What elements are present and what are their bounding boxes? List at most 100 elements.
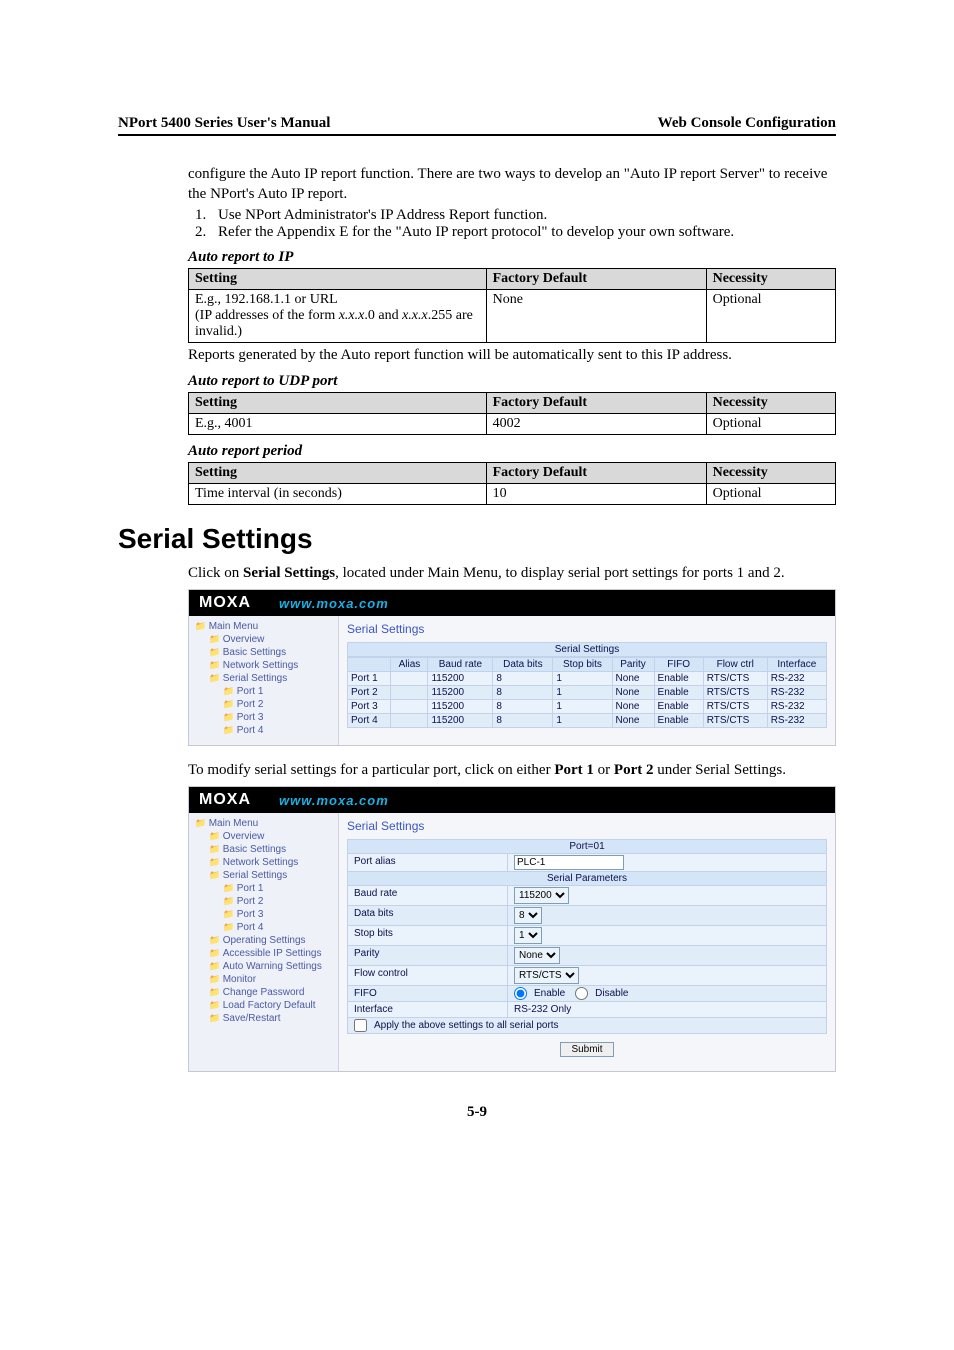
label-stopbits: Stop bits (348, 926, 508, 945)
submit-button[interactable]: Submit (560, 1042, 613, 1057)
table-row[interactable]: Port 211520081NoneEnableRTS/CTSRS-232 (348, 686, 827, 700)
sidebar-item-network[interactable]: Network Settings (195, 659, 332, 672)
sub2-title: Auto report to UDP port (188, 373, 836, 390)
td-necessity: Optional (706, 289, 835, 342)
sidebar-item-autowarn[interactable]: Auto Warning Settings (195, 960, 332, 973)
td-default: 4002 (486, 413, 706, 434)
td-necessity: Optional (706, 413, 835, 434)
th-default: Factory Default (486, 268, 706, 289)
select-parity[interactable]: None (514, 947, 560, 964)
sub1-title: Auto report to IP (188, 249, 836, 266)
sidebar-item-port1[interactable]: Port 1 (195, 685, 332, 698)
th-necessity: Necessity (706, 462, 835, 483)
moxa-url: www.moxa.com (279, 793, 389, 808)
sub1-table: Setting Factory Default Necessity E.g., … (188, 268, 836, 343)
label-databits: Data bits (348, 906, 508, 925)
port-header: Port=01 (347, 839, 827, 854)
sidebar: Main Menu Overview Basic Settings Networ… (189, 616, 339, 745)
table-row[interactable]: Port 111520081NoneEnableRTS/CTSRS-232 (348, 672, 827, 686)
page-number: 5-9 (118, 1104, 836, 1121)
sidebar-item-serial[interactable]: Serial Settings (195, 672, 332, 685)
sub3-table: Setting Factory Default Necessity Time i… (188, 462, 836, 505)
section-p1: Click on Serial Settings, located under … (188, 563, 836, 583)
th-setting: Setting (189, 268, 487, 289)
sidebar-item-port3[interactable]: Port 3 (195, 908, 332, 921)
label-interface: Interface (348, 1002, 508, 1017)
input-port-alias[interactable] (514, 855, 624, 870)
sidebar-item-factdefault[interactable]: Load Factory Default (195, 999, 332, 1012)
sidebar-item-port2[interactable]: Port 2 (195, 895, 332, 908)
sidebar-item-overview[interactable]: Overview (195, 830, 332, 843)
sidebar-item-port2[interactable]: Port 2 (195, 698, 332, 711)
label-port-alias: Port alias (348, 854, 508, 871)
sub1-note: Reports generated by the Auto report fun… (188, 345, 836, 365)
col-databits: Data bits (493, 658, 553, 672)
col-parity: Parity (612, 658, 654, 672)
sidebar-item-main[interactable]: Main Menu (195, 620, 332, 633)
sidebar-item-overview[interactable]: Overview (195, 633, 332, 646)
sidebar-item-changepw[interactable]: Change Password (195, 986, 332, 999)
th-necessity: Necessity (706, 268, 835, 289)
sidebar-item-port4[interactable]: Port 4 (195, 724, 332, 737)
panel-title: Serial Settings (347, 620, 827, 642)
th-default: Factory Default (486, 462, 706, 483)
select-flow[interactable]: RTS/CTS (514, 967, 579, 984)
table-row[interactable]: Port 311520081NoneEnableRTS/CTSRS-232 (348, 700, 827, 714)
section-title: Serial Settings (118, 523, 836, 555)
table-row[interactable]: Port 411520081NoneEnableRTS/CTSRS-232 (348, 714, 827, 728)
label-fifo: FIFO (348, 986, 508, 1001)
col-baud: Baud rate (428, 658, 493, 672)
checkbox-apply-all[interactable] (354, 1019, 367, 1032)
sub3-title: Auto report period (188, 443, 836, 460)
intro-paragraph: configure the Auto IP report function. T… (188, 164, 836, 205)
td-default: 10 (486, 483, 706, 504)
col-port (348, 658, 391, 672)
section-p2: To modify serial settings for a particul… (188, 760, 836, 780)
label-flow: Flow control (348, 966, 508, 985)
intro-list-item: Refer the Appendix E for the "Auto IP re… (210, 224, 836, 241)
sidebar-item-port1[interactable]: Port 1 (195, 882, 332, 895)
value-interface: RS-232 Only (508, 1002, 826, 1017)
th-setting: Setting (189, 392, 487, 413)
params-header: Serial Parameters (347, 872, 827, 886)
panel-title: Serial Settings (347, 817, 827, 839)
label-fifo-disable: Disable (595, 988, 628, 999)
radio-fifo-enable[interactable] (514, 987, 527, 1000)
td-default: None (486, 289, 706, 342)
th-necessity: Necessity (706, 392, 835, 413)
intro-list-item: Use NPort Administrator's IP Address Rep… (210, 207, 836, 224)
label-apply-all: Apply the above settings to all serial p… (374, 1020, 559, 1031)
label-baud: Baud rate (348, 886, 508, 905)
td-necessity: Optional (706, 483, 835, 504)
radio-fifo-disable[interactable] (575, 987, 588, 1000)
sidebar-item-serial[interactable]: Serial Settings (195, 869, 332, 882)
th-default: Factory Default (486, 392, 706, 413)
select-databits[interactable]: 8 (514, 907, 542, 924)
col-stopbits: Stop bits (553, 658, 612, 672)
sidebar: Main Menu Overview Basic Settings Networ… (189, 813, 339, 1071)
sidebar-item-network[interactable]: Network Settings (195, 856, 332, 869)
sub2-table: Setting Factory Default Necessity E.g., … (188, 392, 836, 435)
sidebar-item-basic[interactable]: Basic Settings (195, 646, 332, 659)
sidebar-item-accessible[interactable]: Accessible IP Settings (195, 947, 332, 960)
moxa-logo: MOXA (199, 594, 251, 612)
screenshot-serial-form: MOXA www.moxa.com Main Menu Overview Bas… (188, 786, 836, 1072)
col-flow: Flow ctrl (703, 658, 767, 672)
screenshot-serial-list: MOXA www.moxa.com Main Menu Overview Bas… (188, 589, 836, 746)
select-stopbits[interactable]: 1 (514, 927, 542, 944)
sidebar-item-port3[interactable]: Port 3 (195, 711, 332, 724)
td-setting: E.g., 192.168.1.1 or URL (IP addresses o… (189, 289, 487, 342)
label-fifo-enable: Enable (534, 988, 565, 999)
sidebar-item-main[interactable]: Main Menu (195, 817, 332, 830)
select-baud[interactable]: 115200 (514, 887, 569, 904)
col-fifo: FIFO (654, 658, 703, 672)
sidebar-item-port4[interactable]: Port 4 (195, 921, 332, 934)
moxa-logo: MOXA (199, 791, 251, 809)
sidebar-item-monitor[interactable]: Monitor (195, 973, 332, 986)
sidebar-item-saverestart[interactable]: Save/Restart (195, 1012, 332, 1025)
td-setting: Time interval (in seconds) (189, 483, 487, 504)
sidebar-item-operating[interactable]: Operating Settings (195, 934, 332, 947)
sidebar-item-basic[interactable]: Basic Settings (195, 843, 332, 856)
header-left: NPort 5400 Series User's Manual (118, 115, 330, 132)
intro-list: Use NPort Administrator's IP Address Rep… (188, 207, 836, 241)
